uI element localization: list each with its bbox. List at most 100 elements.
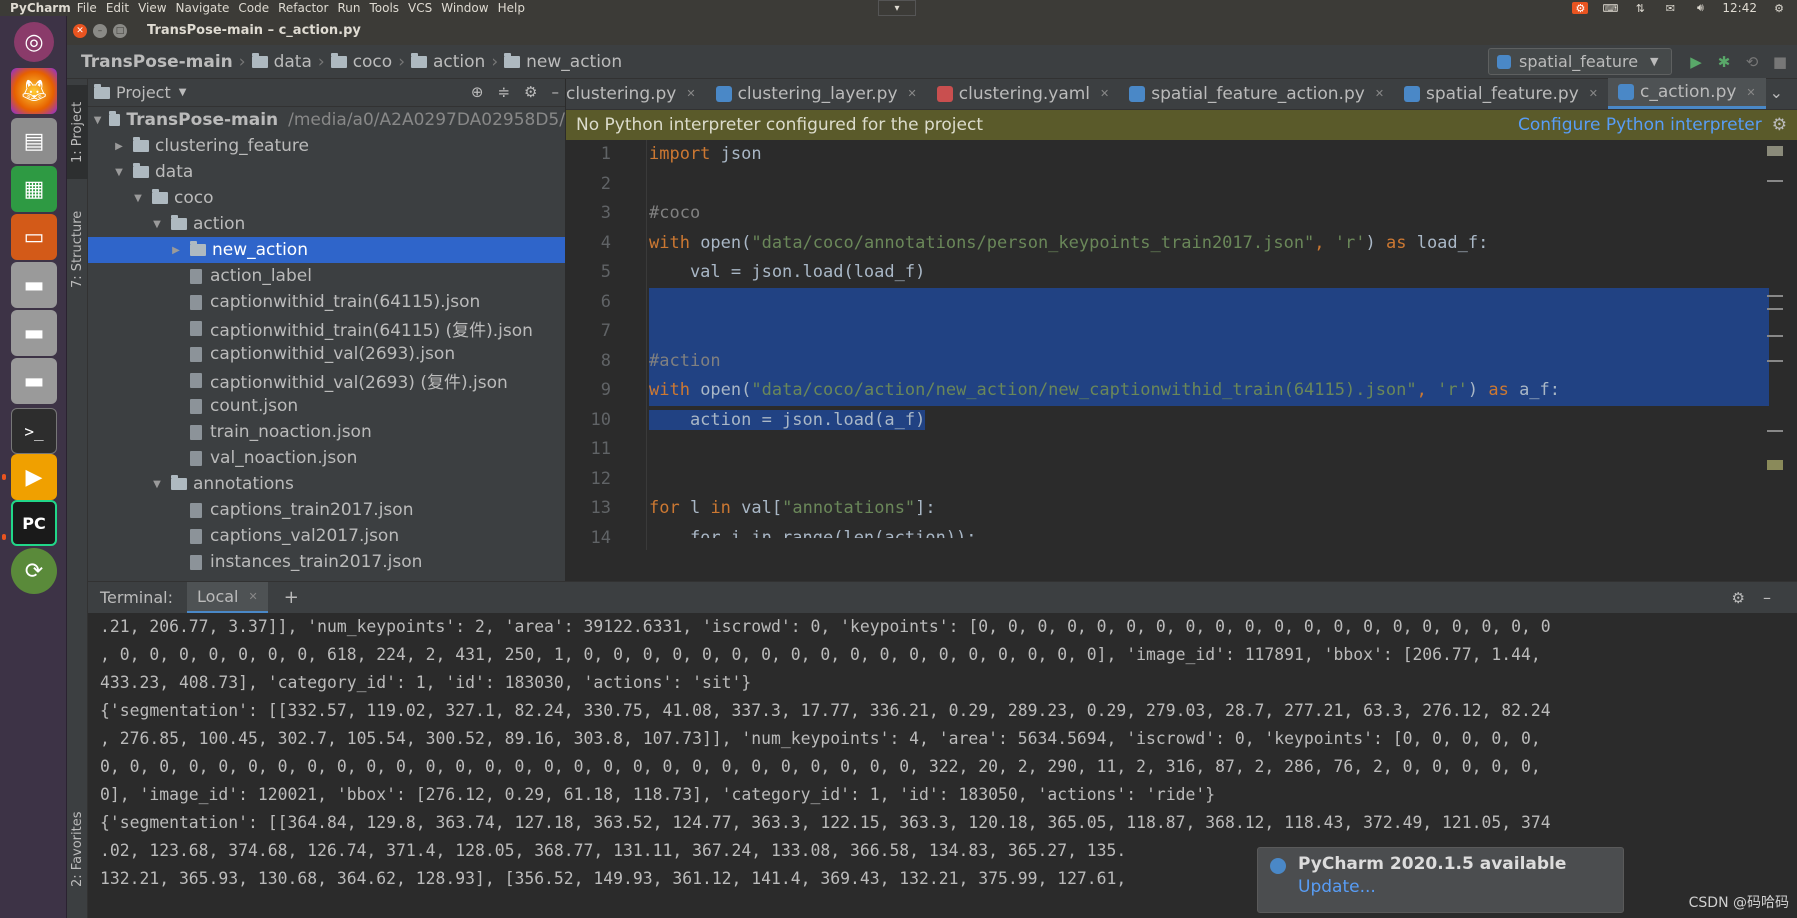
menu-file[interactable]: File xyxy=(77,1,97,15)
drive-icon[interactable]: ▬ xyxy=(11,262,57,308)
collapse-all-icon[interactable]: ≑ xyxy=(497,83,510,101)
breadcrumb-action[interactable]: action xyxy=(433,52,485,72)
terminal-tab-local[interactable]: Local ✕ xyxy=(187,581,268,614)
tree-folder[interactable]: ▼ action xyxy=(88,211,565,237)
terminal-icon[interactable]: >_ xyxy=(11,408,57,454)
mail-icon[interactable]: ✉ xyxy=(1662,2,1678,15)
editor-tab[interactable]: clustering.py ✕ xyxy=(556,78,706,109)
chevron-right-icon[interactable]: ▶ xyxy=(111,141,127,152)
close-icon[interactable]: ✕ xyxy=(1100,87,1109,100)
stop-icon[interactable]: ■ xyxy=(1769,51,1791,73)
locate-icon[interactable]: ⊕ xyxy=(471,83,484,101)
gear-icon[interactable]: ⚙ xyxy=(1772,115,1787,135)
menu-tools[interactable]: Tools xyxy=(369,1,399,15)
close-icon[interactable]: ✕ xyxy=(248,590,257,603)
structure-tool-tab[interactable]: 7: Structure xyxy=(67,199,88,299)
editor-tab[interactable]: clustering.yaml ✕ xyxy=(927,78,1120,109)
clock[interactable]: 12:42 xyxy=(1722,1,1757,15)
close-icon[interactable]: ✕ xyxy=(73,23,87,38)
breadcrumb-data[interactable]: data xyxy=(274,52,312,72)
scroll-marker[interactable] xyxy=(1767,295,1783,297)
close-icon[interactable]: ✕ xyxy=(1375,87,1384,100)
spreadsheet-icon[interactable]: ▦ xyxy=(11,166,57,212)
editor-tab[interactable]: clustering_layer.py ✕ xyxy=(706,78,927,109)
drive-icon[interactable]: ▬ xyxy=(11,358,57,404)
volume-icon[interactable]: 🔊︎ xyxy=(1692,1,1708,14)
menu-window[interactable]: Window xyxy=(441,1,488,15)
editor-tab[interactable]: spatial_feature.py ✕ xyxy=(1394,78,1608,109)
coverage-icon[interactable]: ⟲ xyxy=(1741,51,1763,73)
chevron-down-icon[interactable]: ▼ xyxy=(149,219,165,230)
gear-icon[interactable]: ⚙ xyxy=(524,83,537,101)
tree-file[interactable]: captions_val2017.json xyxy=(88,523,565,549)
chevron-down-icon[interactable]: ▼ xyxy=(149,479,165,490)
close-icon[interactable]: ✕ xyxy=(1746,86,1755,99)
project-panel-title[interactable]: Project xyxy=(116,83,171,102)
tree-file[interactable]: captionwithid_val(2693).json xyxy=(88,341,565,367)
updates-icon[interactable]: ⚙ xyxy=(1572,2,1589,15)
tree-file[interactable]: captionwithid_train(64115).json xyxy=(88,289,565,315)
add-terminal-icon[interactable]: + xyxy=(284,587,299,608)
ubuntu-logo-icon[interactable]: ◎ xyxy=(14,22,54,62)
run-icon[interactable]: ▶ xyxy=(1685,51,1707,73)
tree-file[interactable]: train_noaction.json xyxy=(88,419,565,445)
menu-navigate[interactable]: Navigate xyxy=(176,1,230,15)
chevron-down-icon[interactable]: ⌄ xyxy=(1770,83,1783,102)
code-view[interactable]: 1 2 3 4 5 6 7 8 9 10 11 12 13 14 import json #coco wi… xyxy=(566,140,1797,550)
tree-folder[interactable]: ▶ clustering_feature xyxy=(88,133,565,159)
menu-refactor[interactable]: Refactor xyxy=(278,1,328,15)
chevron-down-icon[interactable]: ▼ xyxy=(111,167,127,178)
run-configuration-select[interactable]: spatial_feature ▼ xyxy=(1488,48,1672,75)
chevron-down-icon[interactable]: ▼ xyxy=(130,193,146,204)
tree-file[interactable]: captionwithid_val(2693) (复件).json xyxy=(88,367,565,393)
chevron-down-icon[interactable]: ▼ xyxy=(92,115,103,126)
editor-tab[interactable]: c_action.py ✕ xyxy=(1607,78,1766,109)
menu-code[interactable]: Code xyxy=(238,1,269,15)
tree-file[interactable]: count.json xyxy=(88,393,565,419)
video-app-icon[interactable]: ▶ xyxy=(11,454,57,500)
scroll-marker[interactable] xyxy=(1767,460,1783,470)
breadcrumb-new-action[interactable]: new_action xyxy=(526,52,622,72)
files-icon[interactable]: ▤ xyxy=(11,118,57,164)
favorites-tool-tab[interactable]: 2: Favorites xyxy=(67,799,88,899)
pycharm-icon[interactable]: PC xyxy=(11,500,57,546)
debug-icon[interactable]: ✱ xyxy=(1713,51,1735,73)
tree-folder[interactable]: ▶ new_action xyxy=(88,237,565,263)
tree-file[interactable]: captionwithid_train(64115) (复件).json xyxy=(88,315,565,341)
menu-run[interactable]: Run xyxy=(337,1,360,15)
scroll-marker[interactable] xyxy=(1767,146,1783,156)
chevron-right-icon[interactable]: ▶ xyxy=(168,245,184,256)
firefox-icon[interactable]: 🦊︎ xyxy=(11,68,57,114)
close-icon[interactable]: ✕ xyxy=(908,87,917,100)
software-updater-icon[interactable]: ⟳ xyxy=(11,548,57,594)
tree-folder[interactable]: ▼ TransPose-main/media/a0/A2A0297DA02958D… xyxy=(88,107,565,133)
chevron-down-icon[interactable]: ▼ xyxy=(179,87,187,98)
presentation-icon[interactable]: ▭ xyxy=(11,214,57,260)
scroll-marker[interactable] xyxy=(1767,308,1783,310)
menu-view[interactable]: View xyxy=(138,1,166,15)
scroll-marker[interactable] xyxy=(1767,430,1783,432)
menu-help[interactable]: Help xyxy=(498,1,525,15)
breadcrumb-project[interactable]: TransPose-main xyxy=(81,52,233,72)
tree-file[interactable]: action_label xyxy=(88,263,565,289)
close-icon[interactable]: ✕ xyxy=(686,87,695,100)
editor-tab[interactable]: spatial_feature_action.py ✕ xyxy=(1119,78,1394,109)
drive-icon[interactable]: ▬ xyxy=(11,310,57,356)
scroll-marker[interactable] xyxy=(1767,335,1783,337)
tree-folder[interactable]: ▼ annotations xyxy=(88,471,565,497)
gear-icon[interactable]: ⚙ xyxy=(1732,589,1745,607)
menu-vcs[interactable]: VCS xyxy=(408,1,432,15)
tree-file[interactable]: val_noaction.json xyxy=(88,445,565,471)
menu-edit[interactable]: Edit xyxy=(106,1,129,15)
maximize-icon[interactable]: □ xyxy=(113,23,127,38)
chevron-down-icon[interactable]: ▾ xyxy=(878,0,916,16)
tree-file[interactable]: instances_train2017.json xyxy=(88,549,565,575)
breadcrumb-coco[interactable]: coco xyxy=(353,52,393,72)
tree-folder[interactable]: ▼ coco xyxy=(88,185,565,211)
minimize-icon[interactable]: – xyxy=(93,23,107,38)
scroll-marker[interactable] xyxy=(1767,180,1783,182)
update-link[interactable]: Update... xyxy=(1298,877,1613,897)
network-icon[interactable]: ⇅ xyxy=(1632,2,1648,15)
hide-icon[interactable]: – xyxy=(1763,588,1771,607)
tree-file[interactable]: captions_train2017.json xyxy=(88,497,565,523)
